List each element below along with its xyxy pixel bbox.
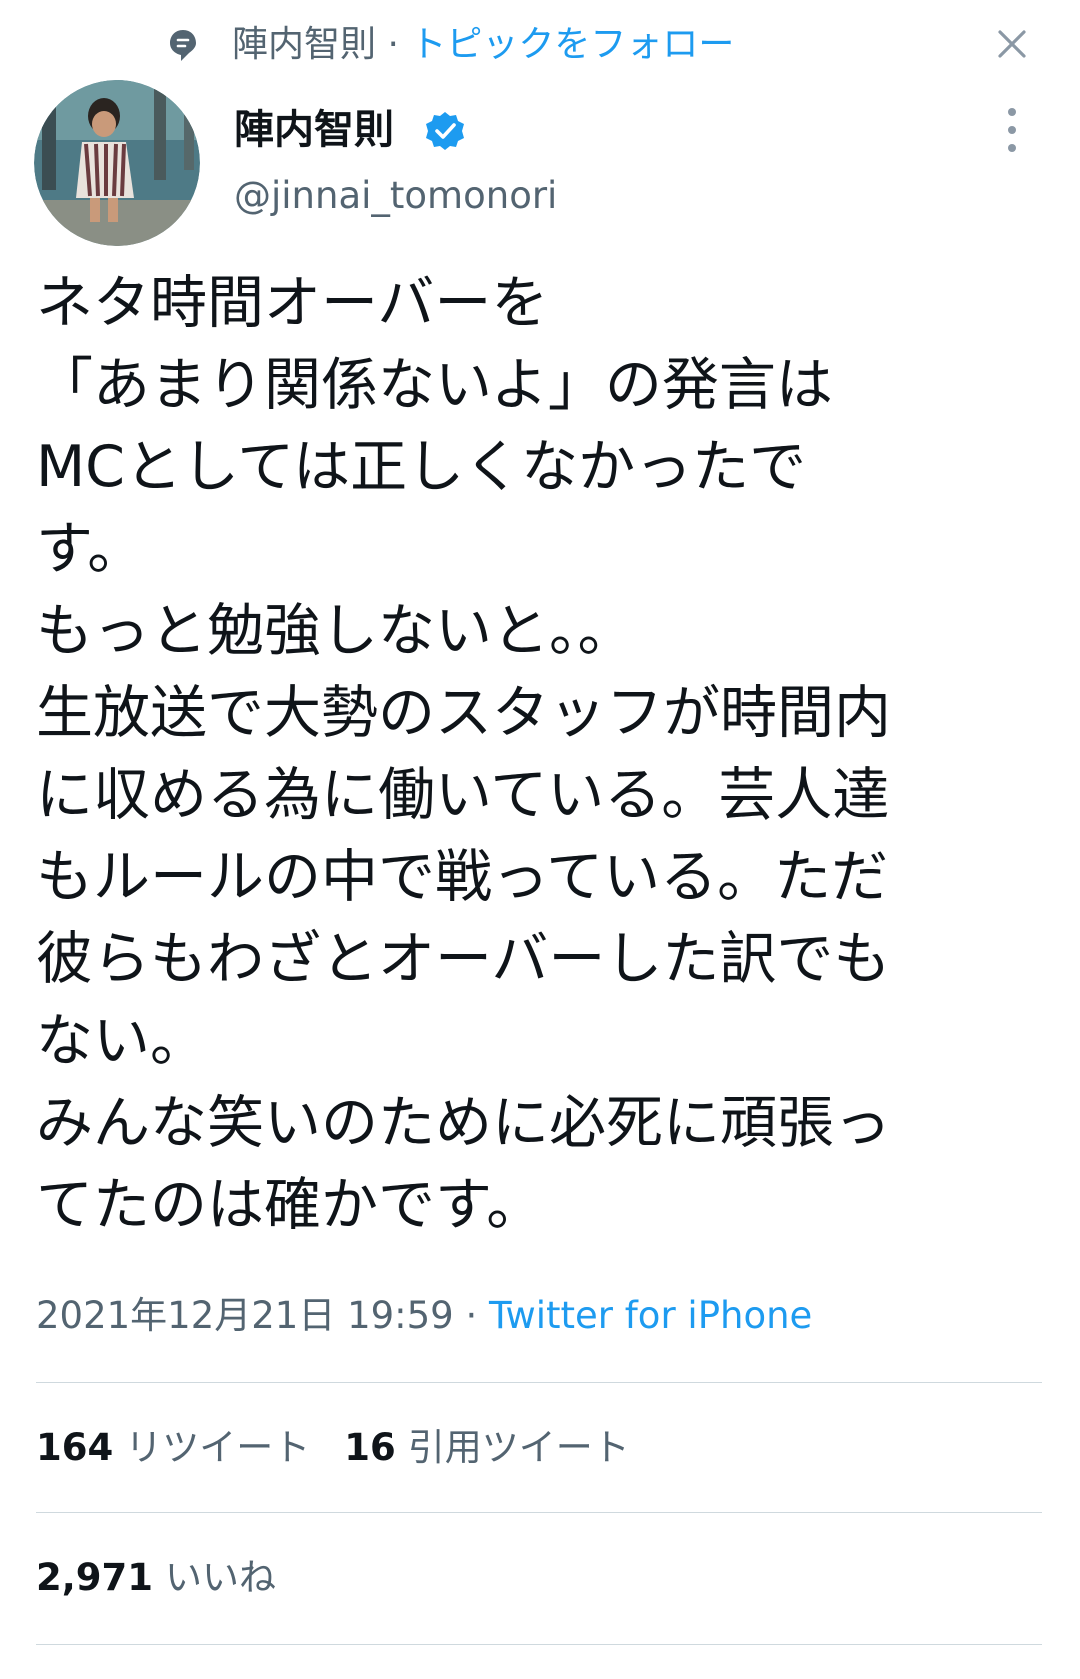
tweet-timestamp[interactable]: 2021年12月21日 19:59 [36,1294,454,1337]
tweet-line: ない。 [36,1008,207,1074]
tweet-line: 「あまり関係ないよ」の発言は [36,352,833,418]
tweet-line: す。 [36,516,145,582]
follow-topic-link[interactable]: トピックをフォロー [410,24,734,65]
author-handle[interactable]: @jinnai_tomonori [234,168,557,224]
divider [36,1512,1042,1513]
topic-icon [170,30,196,61]
tweet-source-link[interactable]: Twitter for iPhone [489,1294,812,1337]
likes-stats-row: 2,971 いいね [36,1548,276,1608]
topic-separator: · [387,24,399,65]
retweets-stat[interactable]: 164 リツイート [36,1426,310,1469]
tweet-line: もっと勉強しないと。。 [36,598,635,664]
retweets-label: リツイート [125,1426,311,1469]
verified-badge-icon [426,112,464,150]
quotes-label: 引用ツイート [407,1426,630,1469]
tweet-line: 生放送で大勢のスタッフが時間内 [36,680,891,746]
divider [36,1382,1042,1383]
tweet-line: てたのは確かです。 [36,1172,544,1238]
topic-header: 陣内智則 · トピックをフォロー [232,18,734,72]
tweet-line: もルールの中で戦っている。ただ [36,844,889,910]
likes-label: いいね [165,1556,277,1599]
topic-bar: 陣内智則 · トピックをフォロー [0,0,1080,90]
tweet-line: 彼らもわざとオーバーした訳でも [36,926,891,992]
likes-stat[interactable]: 2,971 いいね [36,1556,276,1599]
tweet-line: に収める為に働いている。芸人達 [36,762,890,828]
more-vertical-icon[interactable] [998,104,1026,156]
topic-name[interactable]: 陣内智則 [232,24,376,65]
retweets-count: 164 [36,1426,114,1469]
tweet-meta: 2021年12月21日 19:59 · Twitter for iPhone [36,1288,812,1344]
likes-count: 2,971 [36,1556,154,1599]
retweet-stats-row: 164 リツイート 16 引用ツイート [36,1418,630,1478]
avatar[interactable] [34,80,200,246]
tweet-line: ネタ時間オーバーを [36,270,549,336]
tweet-line: MCとしては正しくなかったで [36,434,807,500]
divider [36,1644,1042,1645]
meta-separator: · [453,1294,490,1337]
tweet-text: ネタ時間オーバーを 「あまり関係ないよ」の発言は MCとしては正しくなかったで … [36,262,1048,1246]
close-icon[interactable] [992,24,1032,64]
tweet-line: みんな笑いのために必死に頑張っ [36,1090,891,1156]
quotes-count: 16 [344,1426,396,1469]
author-display-name[interactable]: 陣内智則 [234,100,394,160]
quotes-stat[interactable]: 16 引用ツイート [344,1426,630,1469]
